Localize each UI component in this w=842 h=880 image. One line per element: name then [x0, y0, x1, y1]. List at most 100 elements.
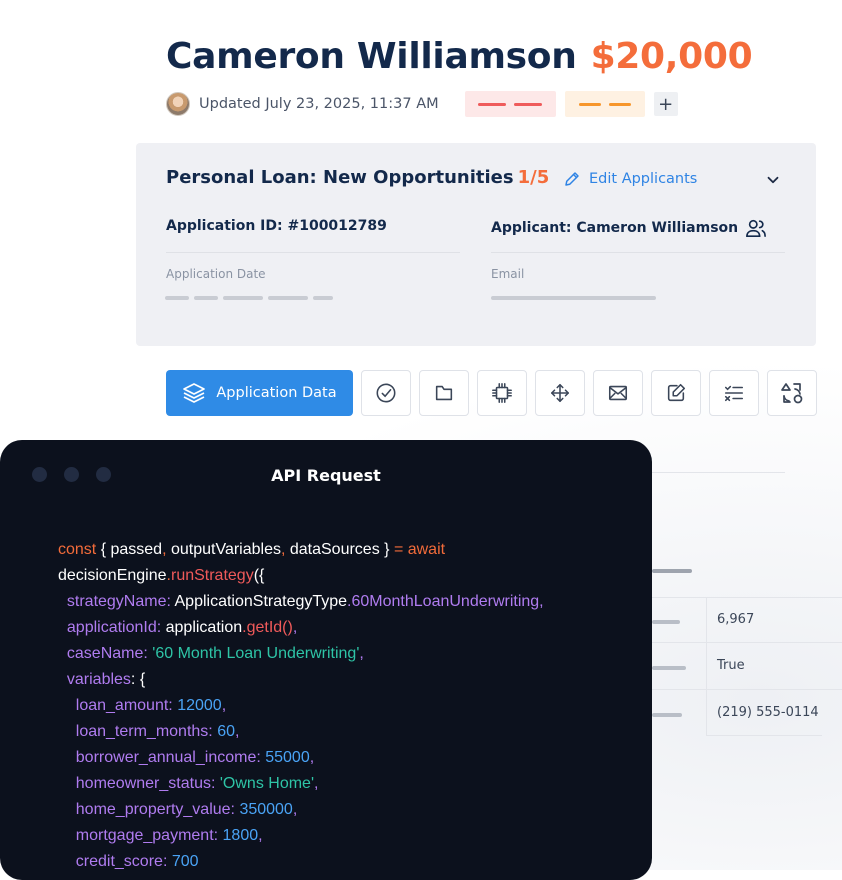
applicant-text: Applicant: Cameron Williamson: [491, 220, 739, 236]
code-token: : {: [130, 671, 146, 688]
code-token: passed: [110, 541, 163, 558]
code-token: ,: [309, 749, 315, 766]
code-token: const: [58, 541, 97, 558]
table-row-border: [652, 597, 842, 598]
integrations-button[interactable]: [767, 370, 817, 416]
api-request-panel: API Request const { passed, outputVariab…: [0, 440, 652, 880]
code-token: ,: [280, 541, 290, 558]
code-token: }: [379, 541, 394, 558]
code-token: ,: [314, 775, 319, 792]
pencil-icon: [565, 172, 579, 186]
notes-button[interactable]: [651, 370, 701, 416]
folder-icon: [435, 385, 453, 401]
workflow-button[interactable]: [535, 370, 585, 416]
code-token: applicationId: [66, 619, 157, 636]
code-token: 1800: [222, 827, 259, 844]
documents-button[interactable]: [419, 370, 469, 416]
check-circle-icon: [376, 383, 396, 403]
application-id-text: Application ID: #100012789: [166, 218, 387, 234]
code-token: 700: [171, 853, 199, 870]
mail-icon: [608, 385, 628, 401]
table-column-border: [706, 597, 707, 735]
code-token: runStrategy: [170, 567, 254, 584]
page-header: Cameron Williamson $20,000: [166, 36, 753, 77]
code-token: :: [213, 827, 223, 844]
placeholder-dash: [165, 296, 189, 300]
code-token: 60: [217, 723, 235, 740]
card-title: Personal Loan: New Opportunities 1/5: [166, 167, 549, 188]
code-token: 350000: [239, 801, 293, 818]
code-token: :: [168, 697, 178, 714]
application-data-label: Application Data: [216, 385, 337, 401]
email-placeholder: [491, 296, 656, 300]
application-date-placeholder: [165, 296, 333, 300]
edit-applicants-link[interactable]: Edit Applicants: [563, 170, 697, 188]
rules-button[interactable]: [709, 370, 759, 416]
table-cell: True: [717, 658, 745, 673]
code-token: ApplicationStrategyType: [174, 593, 348, 610]
code-token: ,: [359, 645, 364, 662]
code-token: 12000: [177, 697, 222, 714]
chip-icon: [492, 383, 512, 403]
avatar[interactable]: [166, 92, 190, 116]
email-button[interactable]: [593, 370, 643, 416]
tag-placeholder-line: [608, 102, 631, 106]
code-token: home_property_value: [75, 801, 231, 818]
placeholder-dash: [313, 296, 333, 300]
application-data-button[interactable]: Application Data: [166, 370, 353, 416]
placeholder-bar: [652, 666, 686, 670]
tag-placeholder-line: [514, 102, 543, 106]
code-token: borrower_annual_income: [75, 749, 257, 766]
application-date-label: Application Date: [166, 267, 266, 281]
add-tag-button[interactable]: +: [653, 92, 678, 116]
field-divider: [491, 252, 785, 253]
code-token: ,: [292, 619, 298, 636]
code-token: mortgage_payment: [75, 827, 214, 844]
status-tag-orange[interactable]: [564, 91, 645, 117]
code-token: outputVariables: [170, 541, 281, 558]
code-token: ,: [292, 801, 298, 818]
code-token: '60 Month Loan Underwriting': [152, 645, 360, 662]
loan-card: Personal Loan: New Opportunities 1/5 Edit…: [136, 143, 816, 346]
updated-timestamp: Updated July 23, 2025, 11:37 AM: [199, 96, 439, 112]
placeholder-bar: [652, 569, 692, 573]
placeholder-dash: [491, 296, 656, 300]
code-token: getId(): [246, 619, 293, 636]
placeholder-bar: [652, 620, 680, 624]
card-title-text: Personal Loan: New Opportunities: [166, 167, 514, 188]
code-token: ({: [253, 567, 265, 584]
users-icon[interactable]: [745, 218, 767, 238]
processing-button[interactable]: [477, 370, 527, 416]
code-token: {: [96, 541, 111, 558]
code-token: ,: [258, 827, 263, 844]
code-token: ,: [162, 541, 171, 558]
code-token: :: [210, 775, 220, 792]
section-toolbar: Application Data: [166, 370, 817, 416]
status-tag-red[interactable]: [464, 91, 556, 117]
code-token: :: [156, 619, 166, 636]
table-cell: 6,967: [717, 612, 755, 627]
code-token: 55000: [265, 749, 310, 766]
check-button[interactable]: [361, 370, 411, 416]
edit-applicants-label: Edit Applicants: [589, 171, 698, 187]
code-token: :: [166, 593, 175, 610]
table-row-border: [652, 642, 842, 643]
table-cell: (219) 555-0114: [717, 705, 819, 720]
chevron-down-icon[interactable]: [764, 171, 782, 189]
shapes-icon: [781, 383, 803, 404]
opportunity-count: 1/5: [517, 167, 550, 188]
code-token: loan_amount: [75, 697, 169, 714]
placeholder-dash: [223, 296, 263, 300]
code-token: variables: [66, 671, 131, 688]
applicant-field: Applicant: Cameron Williamson: [491, 218, 767, 238]
table-row-border: [706, 735, 822, 736]
code-token: :: [143, 645, 153, 662]
placeholder-dash: [194, 296, 218, 300]
plus-icon: +: [658, 93, 674, 115]
header-meta: Updated July 23, 2025, 11:37 AM +: [166, 91, 678, 117]
code-token: loan_term_months: [75, 723, 209, 740]
code-token: credit_score: [75, 853, 163, 870]
edit-note-icon: [667, 383, 686, 402]
code-token: ,: [234, 723, 240, 740]
code-token: strategyName: [66, 593, 167, 610]
